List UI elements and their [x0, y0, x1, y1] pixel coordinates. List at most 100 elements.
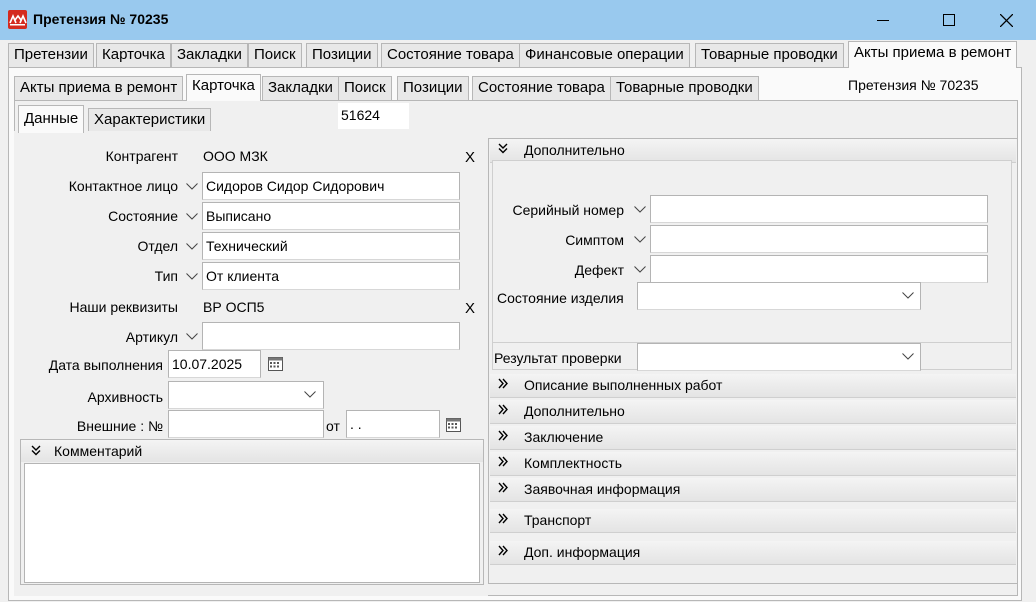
window-title: Претензия № 70235 [33, 11, 169, 27]
section-label: Заключение [524, 429, 604, 445]
chevron-down-icon [902, 353, 914, 360]
symptom-dropdown[interactable] [630, 225, 650, 253]
close-button[interactable] [983, 0, 1029, 40]
type-field[interactable]: От клиента [202, 262, 460, 290]
section-request-info[interactable]: Заявочная информация [490, 478, 1016, 502]
chevron-down-icon [304, 391, 316, 398]
calendar-icon[interactable] [445, 416, 463, 434]
innertab-data[interactable]: Данные [18, 105, 85, 133]
double-chevron-right-icon [498, 378, 508, 389]
chevron-down-icon [634, 205, 646, 213]
subtab-card[interactable]: Карточка [186, 74, 261, 101]
section-completeness[interactable]: Комплектность [490, 452, 1016, 476]
maximize-button[interactable] [926, 0, 972, 40]
section-extra-info[interactable]: Доп. информация [490, 541, 1016, 565]
tab-financial-ops[interactable]: Финансовые операции [519, 43, 690, 67]
chevron-down-icon [186, 182, 198, 190]
chevron-down-icon [186, 212, 198, 220]
subtab-bookmarks[interactable]: Закладки [262, 76, 339, 100]
chevron-down-icon [186, 272, 198, 280]
tab-claims[interactable]: Претензии [8, 43, 94, 67]
close-icon [999, 13, 1013, 27]
type-label: Тип [154, 268, 178, 284]
double-chevron-right-icon [498, 482, 508, 493]
done-date-field[interactable]: 10.07.2025 [168, 350, 261, 378]
comment-textarea[interactable] [24, 463, 480, 583]
tab-search[interactable]: Поиск [248, 43, 302, 67]
section-extra[interactable]: Дополнительно [490, 400, 1016, 424]
record-number: 51624 [338, 103, 409, 129]
check-result-label: Результат проверки [494, 350, 622, 366]
article-dropdown[interactable] [182, 322, 202, 350]
subtab-goods-state[interactable]: Состояние товара [472, 76, 611, 100]
tab-goods-postings[interactable]: Товарные проводки [695, 43, 844, 67]
tab-bookmarks[interactable]: Закладки [171, 43, 248, 67]
calendar-icon[interactable] [267, 355, 285, 373]
article-field[interactable] [202, 322, 460, 350]
section-label: Комплектность [524, 455, 623, 471]
symptom-field[interactable] [650, 225, 988, 253]
tab-card[interactable]: Карточка [96, 43, 171, 67]
double-chevron-right-icon [498, 430, 508, 441]
defect-dropdown[interactable] [630, 255, 650, 283]
archive-select[interactable] [168, 381, 324, 409]
maximize-icon [943, 14, 955, 26]
double-chevron-down-icon [31, 445, 41, 456]
type-dropdown[interactable] [182, 262, 202, 290]
state-dropdown[interactable] [182, 202, 202, 230]
subtab-goods-postings[interactable]: Товарные проводки [610, 76, 759, 100]
tab-repair-acts[interactable]: Акты приема в ремонт [848, 41, 1018, 68]
section-label: Транспорт [524, 512, 592, 528]
section-extra-open-label: Дополнительно [524, 142, 625, 158]
double-chevron-right-icon [498, 404, 508, 415]
defect-field[interactable] [650, 255, 988, 283]
department-label: Отдел [137, 238, 179, 254]
contractor-clear-button[interactable]: X [465, 149, 475, 166]
our-details-value: ВР ОСП5 [203, 299, 265, 315]
tab-goods-state[interactable]: Состояние товара [381, 43, 520, 67]
tab-positions[interactable]: Позиции [306, 43, 378, 67]
section-label: Заявочная информация [524, 481, 681, 497]
serial-label: Серийный номер [512, 202, 624, 218]
section-work-description[interactable]: Описание выполненных работ [490, 374, 1016, 398]
department-dropdown[interactable] [182, 232, 202, 260]
contractor-label: Контрагент [105, 148, 178, 164]
department-field[interactable]: Технический [202, 232, 460, 260]
contact-field[interactable]: Сидоров Сидор Сидорович [202, 172, 460, 200]
double-chevron-right-icon [498, 545, 508, 556]
section-label: Описание выполненных работ [524, 377, 723, 393]
app-logo-icon [8, 10, 27, 29]
section-conclusion[interactable]: Заключение [490, 426, 1016, 450]
section-label: Дополнительно [524, 403, 625, 419]
serial-dropdown[interactable] [630, 195, 650, 223]
subtab-search[interactable]: Поиск [338, 76, 392, 100]
section-transport[interactable]: Транспорт [490, 509, 1016, 533]
minimize-icon [877, 20, 889, 21]
done-date-label: Дата выполнения [48, 357, 163, 373]
our-details-clear-button[interactable]: X [465, 300, 475, 317]
symptom-label: Симптом [565, 232, 624, 248]
minimize-button[interactable] [860, 0, 906, 40]
archive-label: Архивность [87, 389, 163, 405]
double-chevron-down-icon [498, 143, 508, 154]
check-result-select[interactable] [637, 343, 921, 371]
external-date-field[interactable]: . . [346, 410, 440, 438]
external-number-field[interactable] [168, 410, 324, 438]
state-field[interactable]: Выписано [202, 202, 460, 230]
contact-label: Контактное лицо [68, 178, 178, 194]
comment-header[interactable]: Комментарий [21, 440, 483, 462]
chevron-down-icon [186, 332, 198, 340]
title-bar: Претензия № 70235 [0, 0, 1036, 40]
contact-dropdown[interactable] [182, 172, 202, 200]
double-chevron-right-icon [498, 456, 508, 467]
serial-field[interactable] [650, 195, 988, 223]
innertab-characteristics[interactable]: Характеристики [88, 108, 212, 132]
product-state-select[interactable] [637, 282, 921, 310]
product-state-label: Состояние изделия [497, 290, 624, 306]
our-details-label: Наши реквизиты [69, 299, 178, 315]
subtab-repair-acts[interactable]: Акты приема в ремонт [14, 76, 184, 100]
double-chevron-right-icon [498, 513, 508, 524]
external-number-label: Внешние : № [76, 418, 163, 434]
chevron-down-icon [186, 242, 198, 250]
subtab-positions[interactable]: Позиции [397, 76, 469, 100]
